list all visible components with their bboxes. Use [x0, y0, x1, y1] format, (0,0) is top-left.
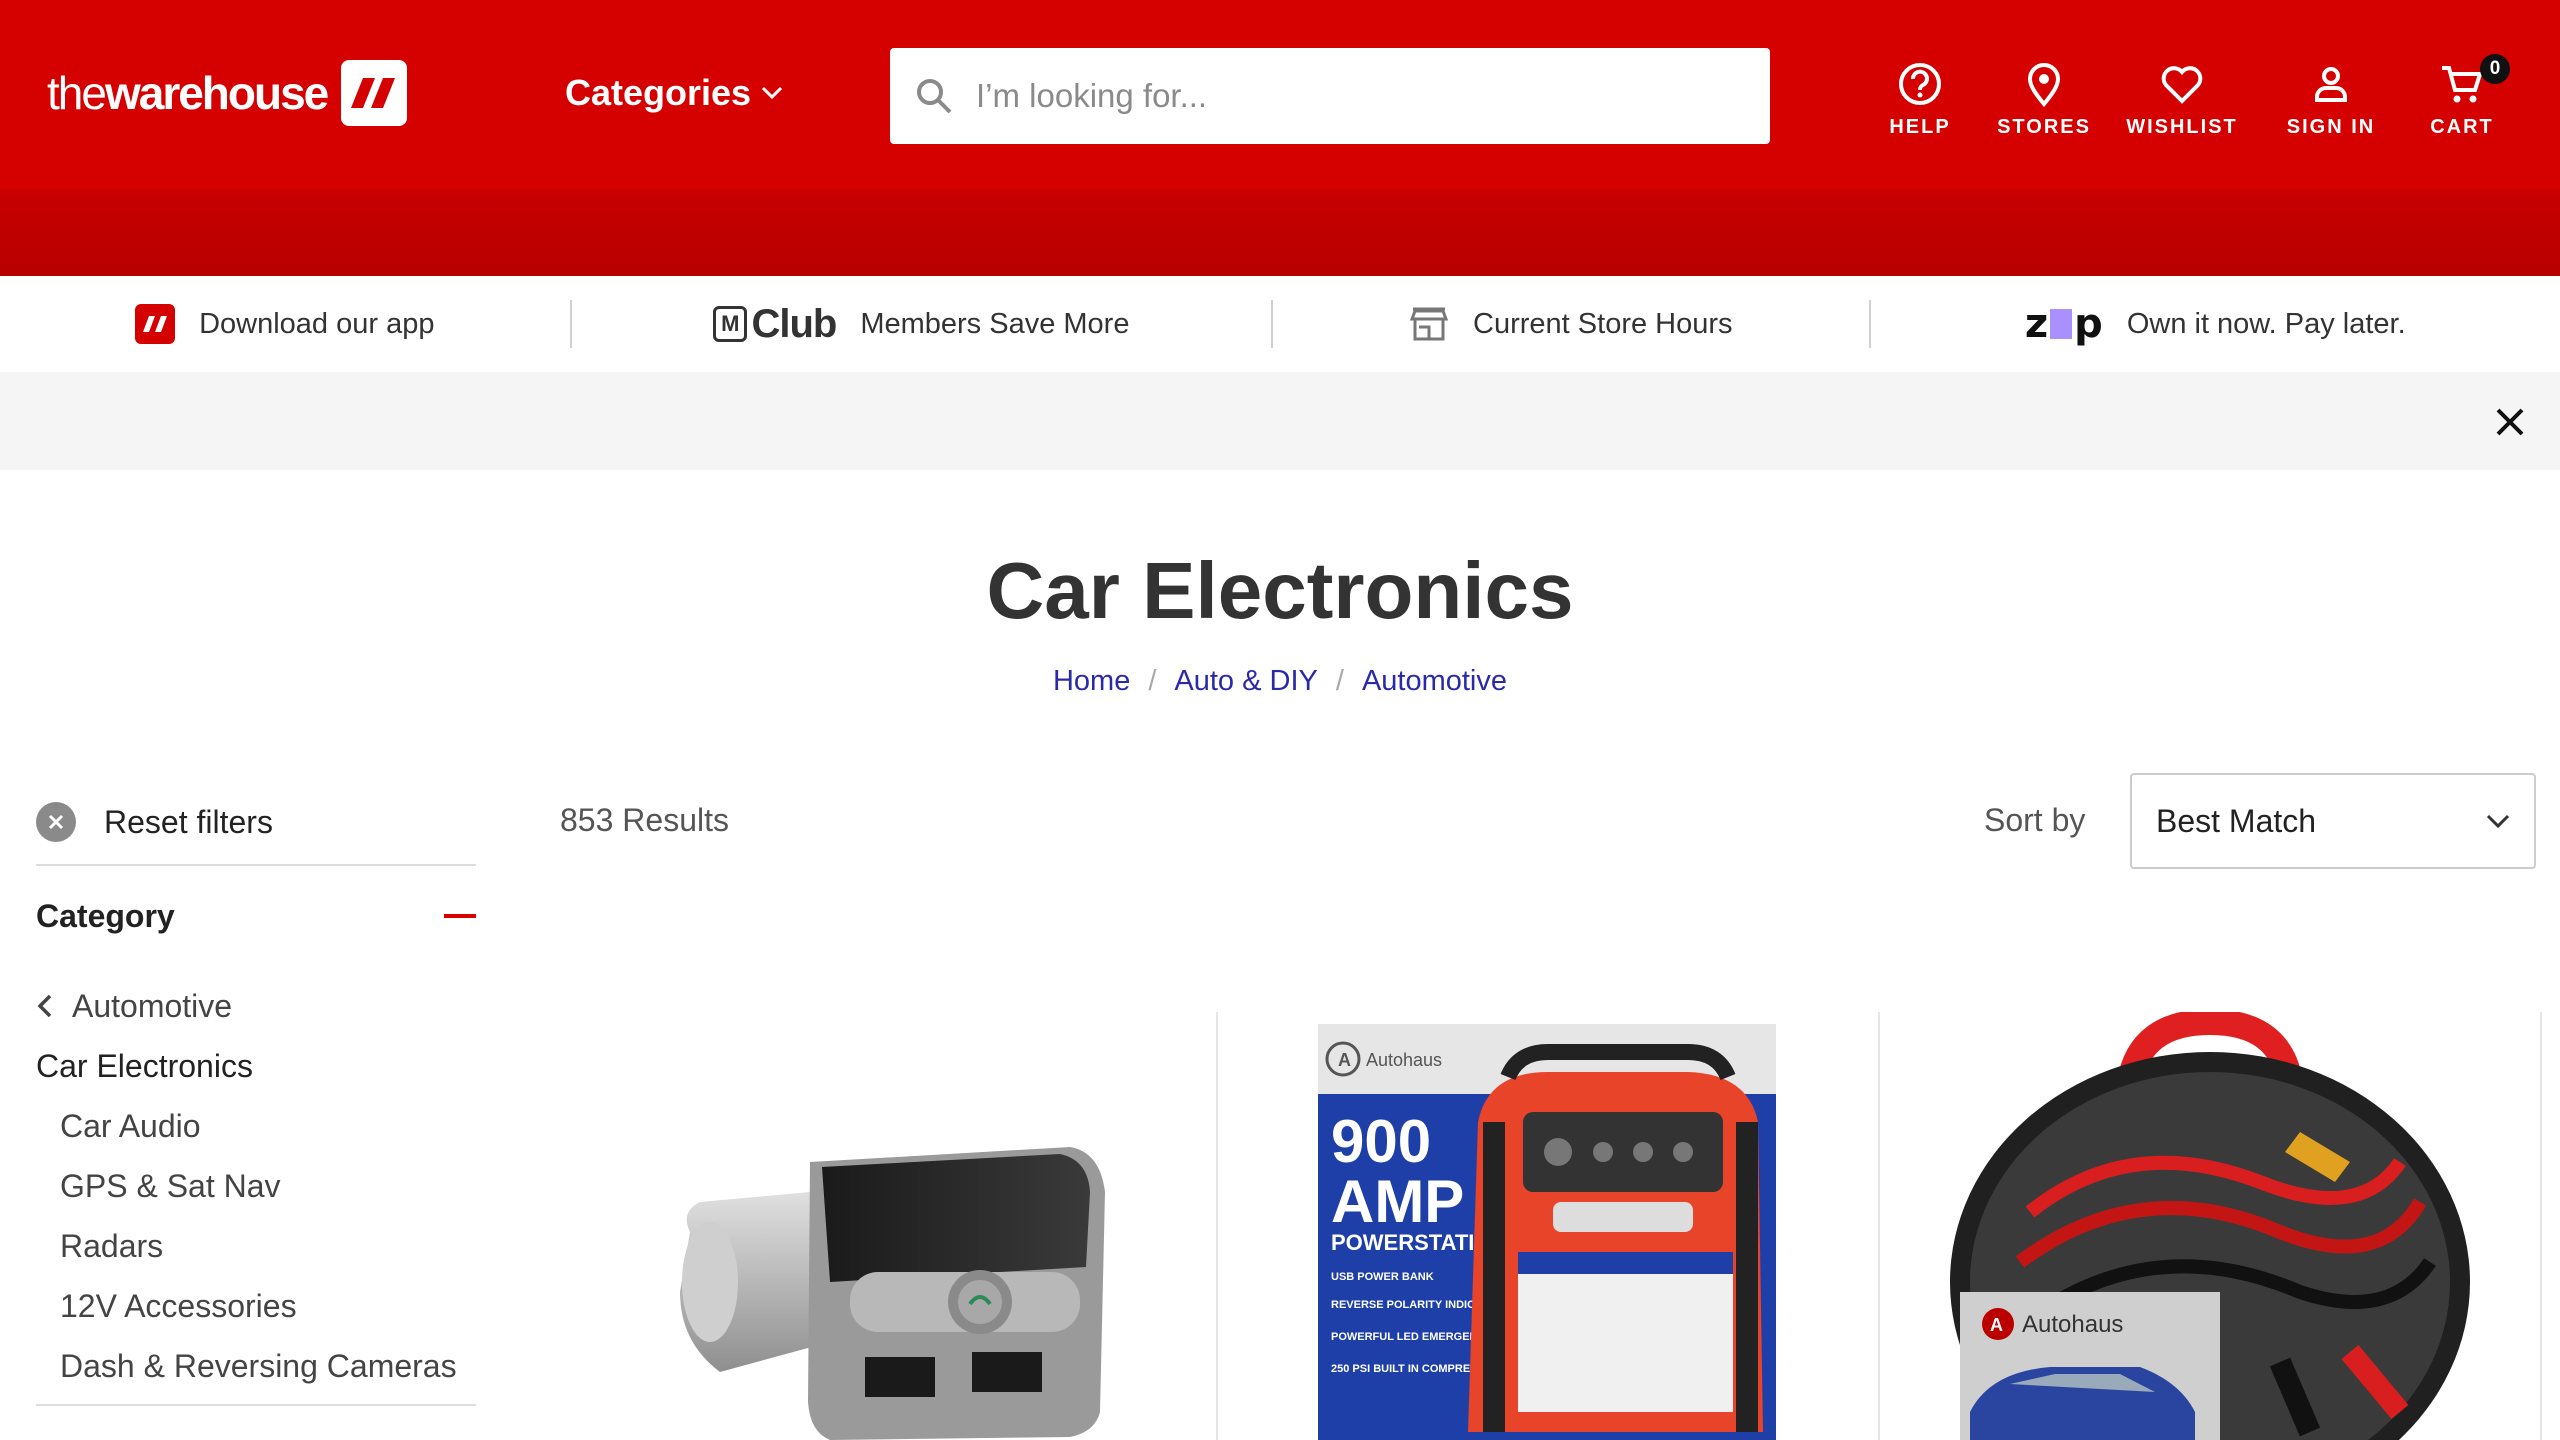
breadcrumb-separator: / [1148, 665, 1157, 697]
club-promo[interactable]: M Club Members Save More [572, 302, 1271, 347]
heart-icon [2161, 66, 2203, 104]
stores-link[interactable]: STORES [1982, 60, 2106, 139]
zip-label: Own it now. Pay later. [2126, 307, 2406, 340]
chevron-down-icon [2486, 814, 2510, 829]
product-divider [2540, 1012, 2542, 1440]
category-parent-link[interactable]: Automotive [36, 976, 476, 1036]
category-list: Automotive Car Electronics Car Audio GPS… [36, 966, 476, 1396]
wishlist-link[interactable]: WISHLIST [2106, 60, 2258, 139]
svg-text:A: A [1338, 1050, 1351, 1070]
categories-menu-button[interactable]: Categories [565, 72, 783, 114]
help-label: HELP [1889, 116, 1951, 138]
help-link[interactable]: HELP [1858, 60, 1982, 139]
notice-banner [0, 372, 2560, 470]
cart-count-badge: 0 [2480, 54, 2510, 84]
chevron-down-icon [762, 86, 783, 100]
category-filter-header[interactable]: Category [36, 866, 476, 966]
breadcrumb-home[interactable]: Home [1053, 665, 1130, 698]
category-parent-label: Automotive [72, 987, 233, 1024]
category-current: Car Electronics [36, 1047, 253, 1084]
zip-logo: z p [2024, 301, 2103, 347]
sidebar-divider [36, 1404, 476, 1406]
svg-text:USB POWER BANK: USB POWER BANK [1331, 1271, 1434, 1283]
download-app-promo[interactable]: Download our app [0, 304, 570, 344]
category-item-car-audio[interactable]: Car Audio [36, 1096, 476, 1156]
cart-link[interactable]: 0 CART [2404, 54, 2520, 139]
svg-text:Autohaus: Autohaus [2022, 1311, 2123, 1338]
clear-icon [36, 802, 76, 842]
stores-label: STORES [1997, 116, 2091, 138]
category-item-12v-accessories[interactable]: 12V Accessories [36, 1276, 476, 1336]
cart-label: CART [2430, 116, 2494, 138]
cart-icon [2442, 66, 2483, 103]
club-label: Members Save More [860, 307, 1130, 340]
breadcrumb-separator: / [1335, 665, 1344, 697]
header-nav: HELP STORES WISHLIST SIGN IN 0 CART [1858, 54, 2520, 139]
categories-label: Categories [565, 72, 752, 113]
product-card[interactable]: A Autohaus [1880, 1012, 2540, 1440]
logo-wordmark: thewarehouse [47, 67, 329, 119]
close-icon[interactable] [2490, 402, 2530, 442]
store-hours-label: Current Store Hours [1473, 307, 1733, 340]
svg-text:A: A [1990, 1315, 2003, 1335]
reset-filters-label: Reset filters [104, 803, 273, 840]
sort-label: Sort by [1984, 802, 2086, 838]
svg-text:AMP: AMP [1331, 1168, 1464, 1235]
product-image-jumper-leads[interactable]: A Autohaus [1880, 1012, 2540, 1440]
category-item-gps-sat-nav[interactable]: GPS & Sat Nav [36, 1156, 476, 1216]
svg-text:900: 900 [1331, 1108, 1431, 1175]
results-count: 853 Results [560, 802, 729, 838]
page-title: Car Electronics [986, 546, 1574, 635]
reset-filters-button[interactable]: Reset filters [36, 780, 476, 866]
logo-mark-icon [341, 60, 408, 126]
help-icon [1899, 63, 1941, 105]
breadcrumb: Home / Auto & DIY / Automotive [0, 665, 2560, 698]
sort-dropdown[interactable]: Best Match [2130, 773, 2536, 869]
sign-in-label: SIGN IN [2286, 116, 2376, 138]
category-heading: Category [36, 897, 175, 934]
header-banner-band [0, 190, 2560, 276]
store-hours-promo[interactable]: Current Store Hours [1273, 306, 1869, 342]
warehouse-app-icon [135, 304, 176, 344]
zip-promo[interactable]: z p Own it now. Pay later. [1871, 301, 2560, 347]
product-image-fm-transmitter[interactable] [560, 1012, 1216, 1440]
sign-in-link[interactable]: SIGN IN [2258, 60, 2404, 139]
club-logo-mark: M [713, 306, 748, 342]
site-header: thewarehouse Categories HELP STORES WISH… [0, 0, 2560, 190]
chevron-left-icon [37, 994, 52, 1018]
search-input[interactable] [976, 77, 1736, 115]
club-logo-text: Club [751, 301, 837, 346]
product-grid: A Autohaus 900 AMP POWERSTATION USB POWE… [560, 1012, 2560, 1440]
collapse-minus-icon[interactable] [444, 914, 476, 918]
promo-bar: Download our app M Club Members Save Mor… [0, 276, 2560, 372]
category-item-dash-reversing-cameras[interactable]: Dash & Reversing Cameras [36, 1336, 476, 1396]
sort-selected-value: Best Match [2156, 802, 2317, 839]
wishlist-label: WISHLIST [2126, 116, 2238, 138]
warehouse-logo[interactable]: thewarehouse [47, 60, 408, 126]
search-bar [890, 48, 1770, 144]
filter-sidebar: Reset filters Category Automotive Car El… [36, 780, 476, 1406]
club-logo: M Club [713, 301, 837, 347]
store-icon [1409, 307, 1449, 341]
category-item-radars[interactable]: Radars [36, 1216, 476, 1276]
product-card[interactable]: A Autohaus 900 AMP POWERSTATION USB POWE… [1218, 1012, 1878, 1440]
breadcrumb-automotive[interactable]: Automotive [1362, 665, 1507, 698]
location-pin-icon [2027, 63, 2061, 108]
product-card[interactable] [560, 1012, 1216, 1440]
product-image-powerstation[interactable]: A Autohaus 900 AMP POWERSTATION USB POWE… [1218, 1012, 1878, 1440]
search-icon[interactable] [914, 76, 954, 116]
breadcrumb-auto-diy[interactable]: Auto & DIY [1174, 665, 1317, 698]
svg-text:Autohaus: Autohaus [1366, 1050, 1442, 1070]
download-app-label: Download our app [199, 307, 435, 340]
user-icon [2315, 67, 2347, 102]
